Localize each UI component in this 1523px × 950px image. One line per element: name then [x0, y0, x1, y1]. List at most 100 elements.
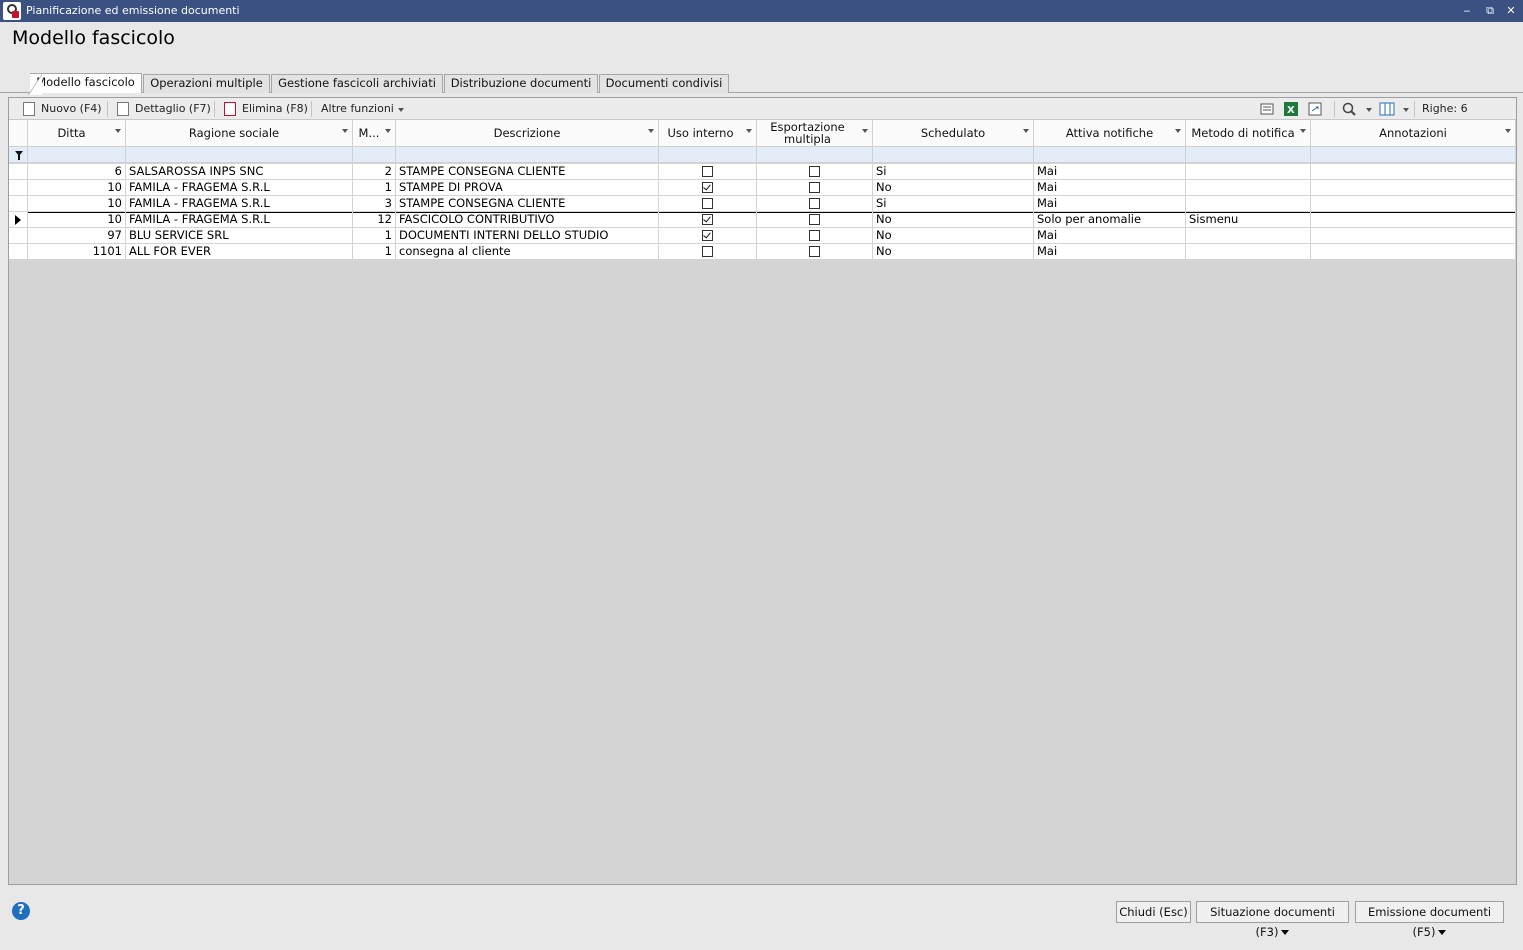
filter-icon[interactable]: [15, 151, 23, 160]
column-header-attiva-notifiche[interactable]: Attiva notifiche: [1034, 120, 1186, 147]
cell-ragione-sociale[interactable]: FAMILA - FRAGEMA S.R.L: [126, 212, 353, 228]
cell-annotazioni[interactable]: [1311, 228, 1516, 244]
row-selector[interactable]: [9, 228, 28, 244]
cell-esportazione[interactable]: [757, 164, 873, 180]
cell-esportazione[interactable]: [757, 196, 873, 212]
row-selector[interactable]: [9, 180, 28, 196]
cell-annotazioni[interactable]: [1311, 244, 1516, 260]
print-preview-icon[interactable]: [1259, 101, 1275, 117]
uso-interno-checkbox[interactable]: [702, 182, 713, 193]
cell-schedulato[interactable]: Si: [873, 164, 1034, 180]
chevron-down-icon[interactable]: [648, 129, 654, 133]
filter-cell-annotazioni[interactable]: [1311, 147, 1516, 163]
uso-interno-checkbox[interactable]: [702, 214, 713, 225]
cell-schedulato[interactable]: No: [873, 228, 1034, 244]
emissione-documenti-button[interactable]: Emissione documenti (F5): [1355, 901, 1504, 939]
column-header-annotazioni[interactable]: Annotazioni: [1311, 120, 1516, 147]
row-selector[interactable]: [9, 196, 28, 212]
cell-m[interactable]: 2: [353, 164, 396, 180]
column-header-descrizione[interactable]: Descrizione: [396, 120, 659, 147]
column-header-metodo-di-notifica[interactable]: Metodo di notifica: [1186, 120, 1311, 147]
esportazione-checkbox[interactable]: [809, 166, 820, 177]
cell-esportazione[interactable]: [757, 244, 873, 260]
table-row[interactable]: 1101 ALL FOR EVER 1 consegna al cliente …: [9, 244, 1516, 260]
row-selector[interactable]: [9, 164, 28, 180]
chevron-down-icon[interactable]: [1505, 129, 1511, 133]
column-header-esportazione-multipla[interactable]: Esportazione multipla: [757, 120, 873, 147]
cell-m[interactable]: 1: [353, 180, 396, 196]
tab-operazioni-multiple[interactable]: Operazioni multiple: [143, 74, 270, 93]
tab-documenti-condivisi[interactable]: Documenti condivisi: [599, 74, 729, 93]
cell-m[interactable]: 3: [353, 196, 396, 212]
cell-metodo[interactable]: Sismenu: [1186, 212, 1311, 228]
cell-metodo[interactable]: [1186, 164, 1311, 180]
cell-esportazione[interactable]: [757, 228, 873, 244]
uso-interno-checkbox[interactable]: [702, 198, 713, 209]
tab-distribuzione-documenti[interactable]: Distribuzione documenti: [444, 74, 598, 93]
column-header-m[interactable]: M...: [353, 120, 396, 147]
column-header-uso-interno[interactable]: Uso interno: [659, 120, 757, 147]
cell-esportazione[interactable]: [757, 180, 873, 196]
cell-metodo[interactable]: [1186, 244, 1311, 260]
cell-notifiche[interactable]: Mai: [1034, 164, 1186, 180]
filter-icon-cell[interactable]: [9, 147, 28, 163]
cell-ditta[interactable]: 10: [28, 212, 126, 228]
new-button[interactable]: Nuovo (F4): [23, 101, 103, 117]
row-selector[interactable]: [9, 212, 28, 228]
cell-annotazioni[interactable]: [1311, 196, 1516, 212]
chevron-down-icon[interactable]: [1300, 129, 1306, 133]
close-icon[interactable]: ✕: [1503, 3, 1519, 19]
filter-cell-ragione-sociale[interactable]: [126, 147, 353, 163]
cell-annotazioni[interactable]: [1311, 164, 1516, 180]
filter-cell-metodo[interactable]: [1186, 147, 1311, 163]
cell-uso-interno[interactable]: [659, 164, 757, 180]
esportazione-checkbox[interactable]: [809, 230, 820, 241]
column-chooser-icon[interactable]: [1379, 101, 1395, 117]
column-header-ragione-sociale[interactable]: Ragione sociale: [126, 120, 353, 147]
refresh-layout-icon[interactable]: [1307, 101, 1323, 117]
tab-modello-fascicolo[interactable]: Modello fascicolo: [28, 73, 142, 95]
filter-cell-esportazione[interactable]: [757, 147, 873, 163]
search-icon[interactable]: [1341, 101, 1357, 117]
cell-ragione-sociale[interactable]: FAMILA - FRAGEMA S.R.L: [126, 196, 353, 212]
chevron-down-icon[interactable]: [342, 129, 348, 133]
filter-cell-ditta[interactable]: [28, 147, 126, 163]
cell-annotazioni[interactable]: [1311, 212, 1516, 228]
cell-uso-interno[interactable]: [659, 212, 757, 228]
close-button[interactable]: Chiudi (Esc): [1116, 901, 1191, 923]
cell-descrizione[interactable]: STAMPE CONSEGNA CLIENTE: [396, 164, 659, 180]
cell-notifiche[interactable]: Mai: [1034, 244, 1186, 260]
cell-schedulato[interactable]: No: [873, 180, 1034, 196]
table-row-current[interactable]: 10 FAMILA - FRAGEMA S.R.L 12 FASCICOLO C…: [9, 212, 1516, 228]
cell-m[interactable]: 1: [353, 244, 396, 260]
cell-descrizione[interactable]: consegna al cliente: [396, 244, 659, 260]
chevron-down-icon[interactable]: [385, 129, 391, 133]
chevron-down-icon[interactable]: [746, 129, 752, 133]
uso-interno-checkbox[interactable]: [702, 166, 713, 177]
cell-ragione-sociale[interactable]: ALL FOR EVER: [126, 244, 353, 260]
restore-icon[interactable]: ⧉: [1482, 3, 1498, 19]
column-header-schedulato[interactable]: Schedulato: [873, 120, 1034, 147]
cell-notifiche[interactable]: Mai: [1034, 228, 1186, 244]
minimize-icon[interactable]: ‒: [1459, 3, 1475, 19]
esportazione-checkbox[interactable]: [809, 182, 820, 193]
filter-cell-m[interactable]: [353, 147, 396, 163]
cell-descrizione[interactable]: STAMPE DI PROVA: [396, 180, 659, 196]
column-header-ditta[interactable]: Ditta: [28, 120, 126, 147]
cell-esportazione[interactable]: [757, 212, 873, 228]
delete-button[interactable]: Elimina (F8): [224, 101, 308, 117]
table-row[interactable]: 10 FAMILA - FRAGEMA S.R.L 3 STAMPE CONSE…: [9, 196, 1516, 212]
detail-button[interactable]: Dettaglio (F7): [117, 101, 211, 117]
cell-metodo[interactable]: [1186, 180, 1311, 196]
chevron-down-icon[interactable]: [115, 129, 121, 133]
cell-m[interactable]: 12: [353, 212, 396, 228]
cell-schedulato[interactable]: No: [873, 212, 1034, 228]
uso-interno-checkbox[interactable]: [702, 246, 713, 257]
filter-cell-schedulato[interactable]: [873, 147, 1034, 163]
tab-gestione-fascicoli-archiviati[interactable]: Gestione fascicoli archiviati: [271, 74, 443, 93]
situazione-documenti-button[interactable]: Situazione documenti (F3): [1196, 901, 1349, 939]
table-row[interactable]: 6 SALSAROSSA INPS SNC 2 STAMPE CONSEGNA …: [9, 164, 1516, 180]
cell-ditta[interactable]: 97: [28, 228, 126, 244]
cell-descrizione[interactable]: STAMPE CONSEGNA CLIENTE: [396, 196, 659, 212]
uso-interno-checkbox[interactable]: [702, 230, 713, 241]
